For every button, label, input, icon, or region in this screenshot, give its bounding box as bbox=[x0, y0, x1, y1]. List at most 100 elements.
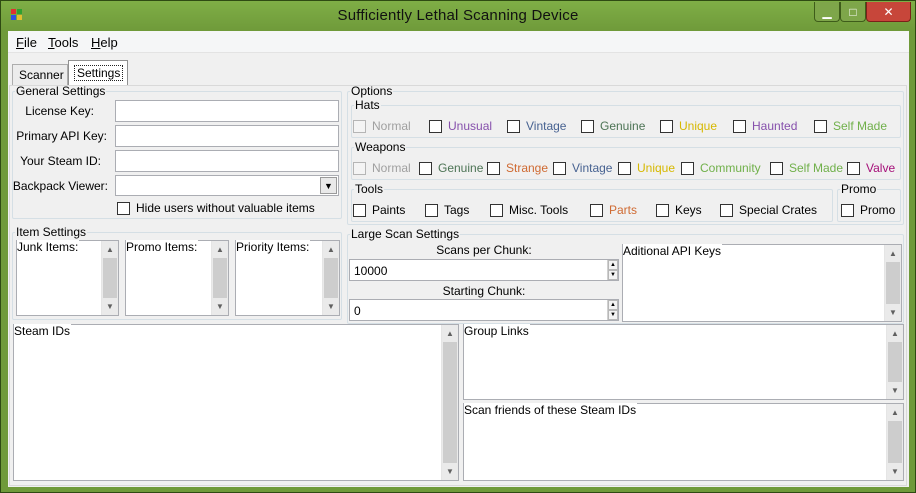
checkbox-box[interactable] bbox=[117, 201, 130, 215]
weapons-community-checkbox[interactable]: Community bbox=[681, 161, 761, 175]
hide-users-checkbox[interactable]: Hide users without valuable items bbox=[117, 201, 315, 215]
checkbox-box[interactable] bbox=[353, 119, 366, 133]
scroll-thumb[interactable] bbox=[324, 258, 338, 298]
scans-per-chunk-spinner[interactable]: 10000 ▲ ▼ bbox=[349, 259, 619, 281]
checkbox-box[interactable] bbox=[770, 161, 783, 175]
starting-chunk-spinner[interactable]: 0 ▲ ▼ bbox=[349, 299, 619, 321]
scroll-up-icon[interactable]: ▲ bbox=[323, 241, 339, 258]
scroll-thumb[interactable] bbox=[443, 342, 457, 463]
scroll-up-icon[interactable]: ▲ bbox=[102, 241, 118, 258]
scroll-thumb[interactable] bbox=[888, 342, 902, 382]
scroll-up-icon[interactable]: ▲ bbox=[887, 325, 903, 342]
spin-down-icon[interactable]: ▼ bbox=[608, 310, 618, 320]
tools-special-crates-checkbox[interactable]: Special Crates bbox=[720, 203, 817, 217]
hats-normal-checkbox[interactable]: Normal bbox=[353, 119, 411, 133]
title-bar[interactable]: Sufficiently Lethal Scanning Device ▁ □ … bbox=[1, 1, 915, 31]
hats-genuine-checkbox[interactable]: Genuine bbox=[581, 119, 645, 133]
checkbox-box[interactable] bbox=[814, 119, 827, 133]
checkbox-box[interactable] bbox=[847, 161, 860, 175]
scroll-down-icon[interactable]: ▼ bbox=[442, 463, 458, 480]
weapons-vintage-checkbox[interactable]: Vintage bbox=[553, 161, 612, 175]
checkbox-box[interactable] bbox=[720, 203, 733, 217]
menu-help[interactable]: Help bbox=[91, 35, 118, 50]
checkbox-box[interactable] bbox=[681, 161, 694, 175]
starting-chunk-value[interactable]: 0 bbox=[354, 304, 361, 318]
tools-paints-checkbox[interactable]: Paints bbox=[353, 203, 405, 217]
checkbox-box[interactable] bbox=[490, 203, 503, 217]
checkbox-box[interactable] bbox=[507, 119, 520, 133]
checkbox-box[interactable] bbox=[581, 119, 594, 133]
checkbox-box[interactable] bbox=[660, 119, 673, 133]
scroll-down-icon[interactable]: ▼ bbox=[212, 298, 228, 315]
scroll-thumb[interactable] bbox=[213, 258, 227, 298]
scroll-up-icon[interactable]: ▲ bbox=[212, 241, 228, 258]
scans-per-chunk-value[interactable]: 10000 bbox=[354, 264, 387, 278]
priority-items-list[interactable]: Priority Items: ▲ ▼ bbox=[235, 240, 340, 316]
tab-settings[interactable]: Settings bbox=[68, 60, 128, 85]
scroll-down-icon[interactable]: ▼ bbox=[102, 298, 118, 315]
close-button[interactable]: ✕ bbox=[866, 2, 911, 22]
checkbox-box[interactable] bbox=[353, 203, 366, 217]
scroll-thumb[interactable] bbox=[103, 258, 117, 298]
chevron-down-icon[interactable]: ▼ bbox=[320, 177, 337, 194]
hats-self-made-checkbox[interactable]: Self Made bbox=[814, 119, 887, 133]
weapons-strange-checkbox[interactable]: Strange bbox=[487, 161, 548, 175]
scroll-up-icon[interactable]: ▲ bbox=[885, 245, 901, 262]
checkbox-box[interactable] bbox=[353, 161, 366, 175]
spin-down-icon[interactable]: ▼ bbox=[608, 270, 618, 280]
hats-vintage-checkbox[interactable]: Vintage bbox=[507, 119, 566, 133]
scroll-down-icon[interactable]: ▼ bbox=[885, 304, 901, 321]
hats-unusual-checkbox[interactable]: Unusual bbox=[429, 119, 492, 133]
weapons-valve-checkbox[interactable]: Valve bbox=[847, 161, 895, 175]
checkbox-box[interactable] bbox=[425, 203, 438, 217]
scrollbar[interactable]: ▲ ▼ bbox=[886, 325, 903, 399]
checkbox-box[interactable] bbox=[553, 161, 566, 175]
scrollbar[interactable]: ▲ ▼ bbox=[211, 241, 228, 315]
tools-tags-checkbox[interactable]: Tags bbox=[425, 203, 469, 217]
maximize-button[interactable]: □ bbox=[840, 2, 866, 22]
hats-unique-checkbox[interactable]: Unique bbox=[660, 119, 717, 133]
scroll-down-icon[interactable]: ▼ bbox=[323, 298, 339, 315]
promo-items-list[interactable]: Promo Items: ▲ ▼ bbox=[125, 240, 229, 316]
checkbox-box[interactable] bbox=[656, 203, 669, 217]
minimize-button[interactable]: ▁ bbox=[814, 2, 840, 22]
scan-friends-list[interactable]: Scan friends of these Steam IDs ▲ ▼ bbox=[463, 403, 904, 481]
tools-misc-checkbox[interactable]: Misc. Tools bbox=[490, 203, 568, 217]
promo-checkbox[interactable]: Promo bbox=[841, 203, 895, 217]
weapons-normal-checkbox[interactable]: Normal bbox=[353, 161, 411, 175]
spin-up-icon[interactable]: ▲ bbox=[608, 260, 618, 270]
checkbox-box[interactable] bbox=[841, 203, 854, 217]
scrollbar[interactable]: ▲ ▼ bbox=[441, 325, 458, 480]
checkbox-box[interactable] bbox=[733, 119, 746, 133]
menu-tools[interactable]: Tools bbox=[48, 35, 78, 50]
additional-api-keys-list[interactable]: Aditional API Keys ▲ ▼ bbox=[622, 244, 902, 322]
api-key-input[interactable] bbox=[115, 125, 339, 147]
checkbox-box[interactable] bbox=[618, 161, 631, 175]
tools-parts-checkbox[interactable]: Parts bbox=[590, 203, 637, 217]
checkbox-box[interactable] bbox=[590, 203, 603, 217]
scrollbar[interactable]: ▲ ▼ bbox=[101, 241, 118, 315]
weapons-self-made-checkbox[interactable]: Self Made bbox=[770, 161, 843, 175]
spin-up-icon[interactable]: ▲ bbox=[608, 300, 618, 310]
license-key-input[interactable] bbox=[115, 100, 339, 122]
hats-haunted-checkbox[interactable]: Haunted bbox=[733, 119, 797, 133]
group-links-list[interactable]: Group Links ▲ ▼ bbox=[463, 324, 904, 400]
junk-items-list[interactable]: Junk Items: ▲ ▼ bbox=[16, 240, 119, 316]
scroll-up-icon[interactable]: ▲ bbox=[442, 325, 458, 342]
tools-keys-checkbox[interactable]: Keys bbox=[656, 203, 702, 217]
scroll-down-icon[interactable]: ▼ bbox=[887, 463, 903, 480]
weapons-unique-checkbox[interactable]: Unique bbox=[618, 161, 675, 175]
scroll-up-icon[interactable]: ▲ bbox=[887, 404, 903, 421]
checkbox-box[interactable] bbox=[429, 119, 442, 133]
checkbox-box[interactable] bbox=[419, 161, 432, 175]
backpack-viewer-select[interactable]: ▼ bbox=[115, 175, 339, 196]
scrollbar[interactable]: ▲ ▼ bbox=[322, 241, 339, 315]
scrollbar[interactable]: ▲ ▼ bbox=[886, 404, 903, 480]
scroll-thumb[interactable] bbox=[886, 262, 900, 304]
menu-file[interactable]: File bbox=[16, 35, 37, 50]
steam-id-input[interactable] bbox=[115, 150, 339, 172]
steam-ids-list[interactable]: Steam IDs ▲ ▼ bbox=[13, 324, 459, 481]
scroll-thumb[interactable] bbox=[888, 421, 902, 463]
scroll-down-icon[interactable]: ▼ bbox=[887, 382, 903, 399]
checkbox-box[interactable] bbox=[487, 161, 500, 175]
